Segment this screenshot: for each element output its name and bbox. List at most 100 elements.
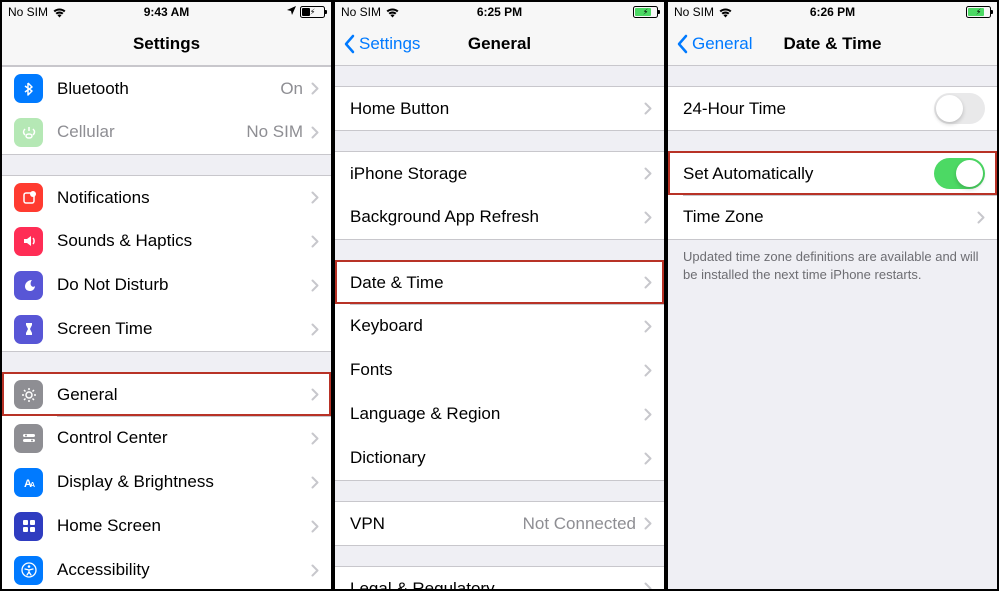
cell-accessibility[interactable]: Accessibility — [2, 548, 331, 589]
toggle-24-hour-time[interactable] — [934, 93, 985, 124]
cell-label: Legal & Regulatory — [350, 579, 644, 590]
cell-control-center[interactable]: Control Center — [2, 416, 331, 460]
cell-label: Home Button — [350, 99, 644, 119]
nav-bar: Settings General — [335, 22, 664, 66]
cell-label: Do Not Disturb — [57, 275, 311, 295]
cell-display-brightness[interactable]: AADisplay & Brightness — [2, 460, 331, 504]
cell-sounds-haptics[interactable]: Sounds & Haptics — [2, 219, 331, 263]
moon-icon — [14, 271, 43, 300]
cell-24-hour-time[interactable]: 24-Hour Time — [668, 86, 997, 130]
date-time-content[interactable]: 24-Hour Time Set AutomaticallyTime Zone … — [668, 66, 997, 589]
cell-home-screen[interactable]: Home Screen — [2, 504, 331, 548]
cell-label: Sounds & Haptics — [57, 231, 311, 251]
cell-label: General — [57, 385, 311, 405]
chevron-right-icon — [644, 276, 652, 289]
cell-label: Notifications — [57, 188, 311, 208]
nav-bar: Settings — [2, 22, 331, 66]
cell-background-app-refresh[interactable]: Background App Refresh — [335, 195, 664, 239]
cell-general[interactable]: General — [2, 372, 331, 416]
chevron-right-icon — [311, 126, 319, 139]
cell-label: VPN — [350, 514, 523, 534]
back-button[interactable]: General — [668, 34, 752, 54]
chevron-right-icon — [644, 102, 652, 115]
grid-icon — [14, 512, 43, 541]
cell-label: Accessibility — [57, 560, 311, 580]
gear-icon — [14, 380, 43, 409]
clock-time: 6:26 PM — [810, 5, 855, 19]
cell-home-button[interactable]: Home Button — [335, 86, 664, 130]
chevron-right-icon — [311, 388, 319, 401]
page-title: Settings — [133, 34, 200, 54]
carrier-label: No SIM — [341, 5, 381, 19]
cell-label: Fonts — [350, 360, 644, 380]
cell-label: Background App Refresh — [350, 207, 644, 227]
chevron-right-icon — [644, 452, 652, 465]
status-bar: No SIM 6:25 PM ⚡︎ — [335, 2, 664, 22]
hourglass-icon — [14, 315, 43, 344]
cell-bluetooth[interactable]: BluetoothOn — [2, 66, 331, 110]
battery-icon: ⚡︎ — [966, 6, 991, 18]
bluetooth-icon — [14, 74, 43, 103]
cell-language-region[interactable]: Language & Region — [335, 392, 664, 436]
general-content[interactable]: Home Button iPhone Storage Background App… — [335, 66, 664, 589]
carrier-label: No SIM — [8, 5, 48, 19]
chevron-right-icon — [311, 323, 319, 336]
cell-set-automatically[interactable]: Set Automatically — [668, 151, 997, 195]
chevron-right-icon — [311, 279, 319, 292]
cell-value: On — [280, 79, 303, 99]
cell-label: Home Screen — [57, 516, 311, 536]
chevron-right-icon — [311, 476, 319, 489]
wifi-icon — [52, 7, 67, 18]
cell-do-not-disturb[interactable]: Do Not Disturb — [2, 263, 331, 307]
cell-iphone-storage[interactable]: iPhone Storage — [335, 151, 664, 195]
cell-label: Dictionary — [350, 448, 644, 468]
carrier-label: No SIM — [674, 5, 714, 19]
battery-icon: ⚡︎ — [300, 6, 325, 18]
chevron-right-icon — [644, 167, 652, 180]
toggle-set-automatically[interactable] — [934, 158, 985, 189]
speaker-icon — [14, 227, 43, 256]
chevron-right-icon — [644, 364, 652, 377]
svg-text:A: A — [30, 482, 35, 489]
chevron-right-icon — [644, 517, 652, 530]
page-title: Date & Time — [784, 34, 882, 54]
cell-notifications[interactable]: Notifications — [2, 175, 331, 219]
wifi-icon — [718, 7, 733, 18]
chevron-right-icon — [311, 432, 319, 445]
back-button[interactable]: Settings — [335, 34, 420, 54]
cell-dictionary[interactable]: Dictionary — [335, 436, 664, 480]
cell-label: Set Automatically — [683, 164, 934, 184]
cell-value: No SIM — [246, 122, 303, 142]
chevron-right-icon — [311, 520, 319, 533]
cell-label: Screen Time — [57, 319, 311, 339]
chevron-right-icon — [644, 211, 652, 224]
nav-bar: General Date & Time — [668, 22, 997, 66]
cell-keyboard[interactable]: Keyboard — [335, 304, 664, 348]
cell-time-zone[interactable]: Time Zone — [668, 195, 997, 239]
cell-label: Cellular — [57, 122, 246, 142]
cell-screen-time[interactable]: Screen Time — [2, 307, 331, 351]
accessibility-icon — [14, 556, 43, 585]
cell-label: iPhone Storage — [350, 164, 644, 184]
cell-label: Bluetooth — [57, 79, 280, 99]
cell-label: 24-Hour Time — [683, 99, 934, 119]
wifi-icon — [385, 7, 400, 18]
settings-content[interactable]: BluetoothOnCellularNo SIM NotificationsS… — [2, 66, 331, 589]
clock-time: 9:43 AM — [144, 5, 190, 19]
cell-vpn[interactable]: VPNNot Connected — [335, 501, 664, 545]
cell-cellular[interactable]: CellularNo SIM — [2, 110, 331, 154]
text-size-icon: AA — [14, 468, 43, 497]
back-label: General — [692, 34, 752, 54]
cell-fonts[interactable]: Fonts — [335, 348, 664, 392]
notifications-icon — [14, 183, 43, 212]
screen-settings: No SIM 9:43 AM ⚡︎ Settings BluetoothOnCe… — [0, 0, 333, 591]
chevron-right-icon — [311, 191, 319, 204]
cell-date-time[interactable]: Date & Time — [335, 260, 664, 304]
antenna-icon — [14, 118, 43, 147]
chevron-right-icon — [311, 82, 319, 95]
charging-icon: ⚡︎ — [643, 8, 649, 17]
cell-label: Control Center — [57, 428, 311, 448]
cell-legal-regulatory[interactable]: Legal & Regulatory — [335, 566, 664, 589]
chevron-right-icon — [311, 564, 319, 577]
status-bar: No SIM 6:26 PM ⚡︎ — [668, 2, 997, 22]
